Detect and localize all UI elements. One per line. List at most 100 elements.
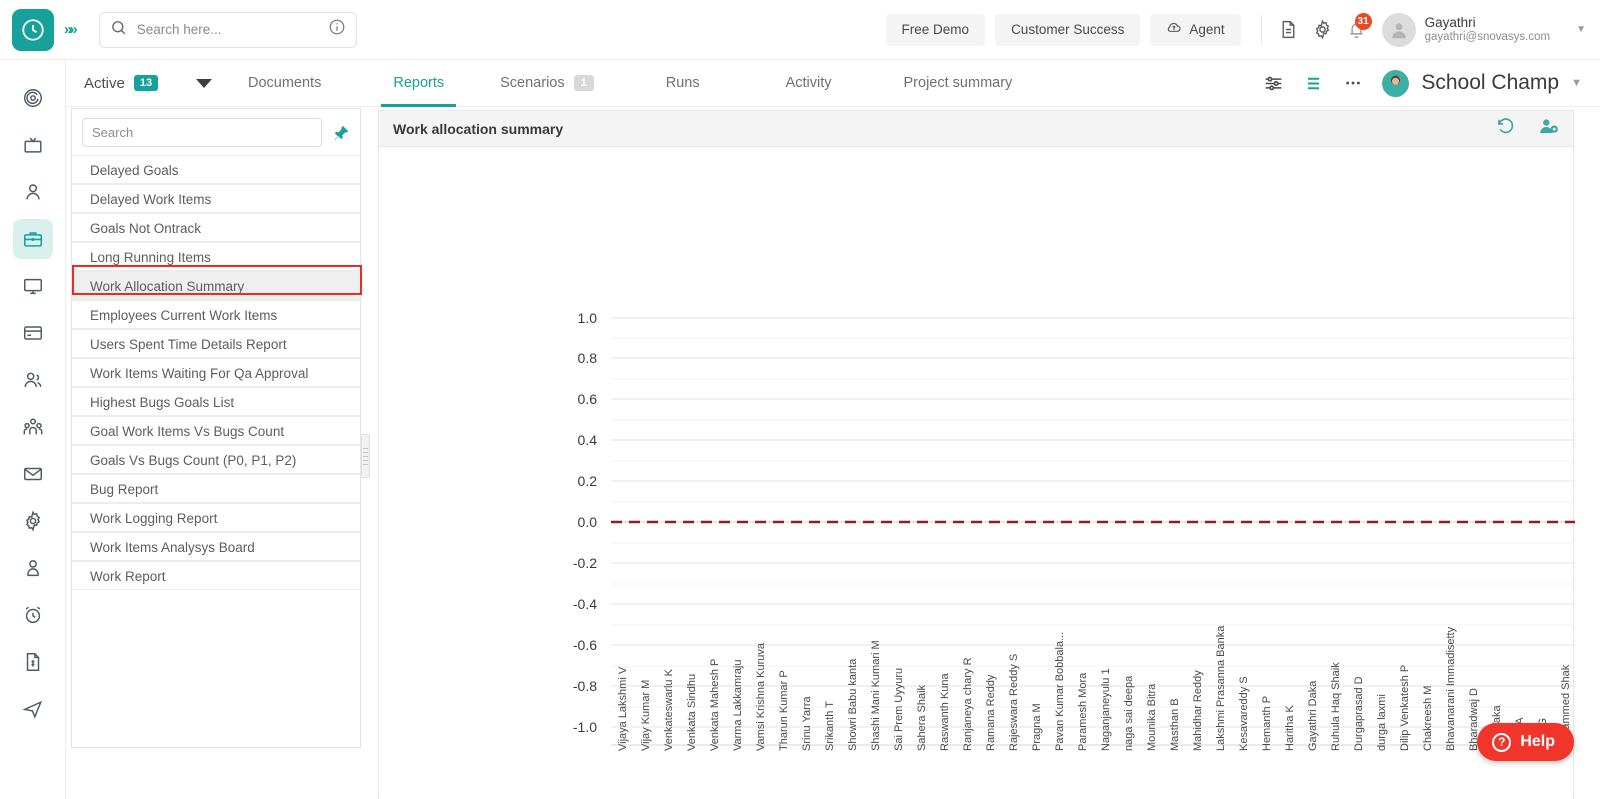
x-tick-label: Pavan Kumar Bobbala... [1054,631,1066,751]
x-tick-label: Vijay Kumar M [640,679,652,751]
sidebar-item-briefcase[interactable] [12,219,53,259]
list-item[interactable]: Users Spent Time Details Report [72,329,360,358]
agent-button[interactable]: Agent [1150,13,1241,46]
list-item[interactable]: Delayed Work Items [72,184,360,213]
user-email: gayathri@snovasys.com [1424,30,1551,43]
notification-badge: 31 [1354,12,1372,30]
list-item[interactable]: Employees Current Work Items [72,300,360,329]
tab-reports[interactable]: Reports [381,60,456,107]
gear-icon[interactable] [1306,13,1340,47]
document-icon[interactable] [1272,13,1306,47]
user-info[interactable]: Gayathri gayathri@snovasys.com [1425,15,1550,45]
list-item[interactable]: Goals Not Ontrack [72,213,360,242]
user-menu-chevron-down-icon[interactable]: ▼ [1576,24,1586,35]
search-icon [110,19,127,41]
help-label: Help [1520,733,1555,750]
double-chevron-right-icon[interactable]: »» [64,21,78,38]
list-item[interactable]: Work Items Waiting For Qa Approval [72,358,360,387]
tab-runs[interactable]: Runs [654,60,712,107]
help-button[interactable]: ? Help [1477,723,1574,761]
sidebar-item-user-profile[interactable] [13,548,53,588]
y-tick-label: 1.0 [577,310,597,326]
list-item[interactable]: Work Logging Report [72,503,360,532]
tab-scenarios[interactable]: Scenarios 1 [488,60,606,107]
y-tick-label: 0.6 [577,391,597,407]
sidebar-item-send[interactable] [13,689,53,729]
avatar[interactable] [1381,12,1416,47]
agent-label: Agent [1189,22,1225,37]
free-demo-button[interactable]: Free Demo [885,13,986,46]
list-item[interactable]: Goals Vs Bugs Count (P0, P1, P2) [72,445,360,474]
user-settings-icon[interactable] [1538,116,1559,142]
list-item[interactable]: Work Items Analysys Board [72,532,360,561]
filter-sliders-icon[interactable] [1256,66,1290,100]
tab-project-summary[interactable]: Project summary [892,60,1025,107]
x-tick-label: Venkateswarlu K [663,669,675,751]
cloud-upload-icon [1166,20,1182,39]
triangle-down-icon[interactable] [196,78,213,88]
x-tick-label: Ramana Reddy [985,674,997,751]
sidebar-item-mail[interactable] [13,454,53,494]
x-tick-label: Ranjaneya chary R [962,657,974,751]
x-tick-label: naga sai deepa [1123,675,1135,751]
y-tick-label: -0.6 [572,637,597,653]
scenarios-count-badge: 1 [573,75,594,91]
x-tick-label: Hemanth P [1261,695,1273,751]
tab-documents[interactable]: Documents [236,60,333,107]
tab-activity[interactable]: Activity [774,60,844,107]
list-item[interactable]: Bug Report [72,474,360,503]
list-item[interactable]: Goal Work Items Vs Bugs Count [72,416,360,445]
customer-success-button[interactable]: Customer Success [995,13,1141,46]
app-logo[interactable] [12,8,54,51]
project-name: School Champ [1421,71,1560,94]
report-search-input[interactable] [82,118,322,147]
more-horizontal-icon[interactable] [1336,66,1370,100]
y-tick-label: 0.4 [577,432,597,448]
list-item[interactable]: Long Running Items [72,242,360,271]
sidebar-item-group-people[interactable] [13,407,53,447]
info-circle-icon[interactable] [328,18,346,41]
sidebar-item-settings[interactable] [13,501,53,541]
active-count-badge: 13 [133,75,159,91]
list-item[interactable]: Delayed Goals [72,155,360,184]
sidebar-item-invoice[interactable] [13,642,53,682]
x-tick-label: Raswanth Kuna [939,673,951,751]
x-tick-label: Chakreesh M [1422,685,1434,751]
list-item[interactable]: Work Report [72,561,360,590]
question-circle-icon: ? [1492,732,1512,752]
bell-icon[interactable]: 31 [1340,12,1374,47]
x-tick-label: Masthan B [1169,698,1181,751]
x-tick-label: Tharun Kumar P [778,670,790,751]
x-tick-label: Paramesh Mora [1077,672,1089,751]
global-search[interactable] [98,11,357,48]
sidebar-item-person[interactable] [13,172,53,212]
panel-resize-handle[interactable] [361,434,370,478]
tab-label: Documents [248,75,322,91]
list-item-work-allocation-summary[interactable]: Work Allocation Summary [72,271,360,300]
pin-icon[interactable] [332,124,350,142]
x-tick-label: Bhavanarani Immadisetty [1445,626,1457,751]
report-search-row [72,109,360,155]
sidebar-item-alarm-clock[interactable] [13,595,53,635]
tab-label: Activity [785,75,832,91]
user-name: Gayathri [1424,14,1476,30]
x-tick-label: Lakshmi Prasanna Banka [1215,625,1227,751]
project-tabbar: Active 13 Documents Reports Scenarios 1 … [66,60,1600,107]
x-tick-label: Dilip Venkatesh P [1399,664,1411,751]
active-filter[interactable]: Active 13 [66,75,236,92]
sidebar-item-card[interactable] [13,313,53,353]
x-tick-label: Gayathri Daka [1307,680,1319,751]
sidebar-item-tv[interactable] [13,125,53,165]
list-lines-icon[interactable] [1296,66,1330,100]
header-divider [1260,14,1262,45]
sidebar-item-monitor[interactable] [13,266,53,306]
chart-header-actions [1496,116,1559,142]
project-chevron-down-icon[interactable]: ▼ [1571,77,1582,89]
undo-refresh-icon[interactable] [1496,116,1516,141]
sidebar-item-target[interactable] [13,78,53,118]
list-item[interactable]: Highest Bugs Goals List [72,387,360,416]
x-tick-label: Srinu Yarra [801,696,813,751]
sidebar-item-two-people[interactable] [13,360,53,400]
project-avatar[interactable] [1382,69,1410,97]
search-input[interactable] [136,22,328,37]
